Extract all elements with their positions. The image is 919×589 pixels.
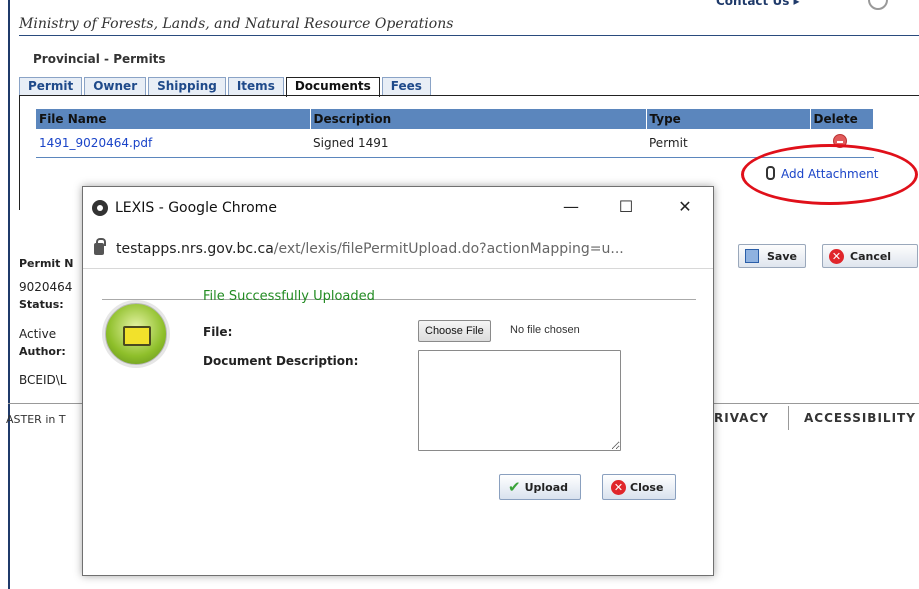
tab-bar: Permit Owner Shipping Items Documents Fe… — [19, 77, 433, 97]
save-button[interactable]: Save — [738, 244, 806, 268]
content-divider — [102, 299, 696, 300]
highlight-annotation — [741, 144, 918, 205]
folder-icon — [123, 326, 151, 346]
documents-table: File Name Description Type Delete 1491_9… — [36, 109, 874, 158]
tab-documents[interactable]: Documents — [285, 77, 380, 97]
contact-us-link[interactable]: Contact Us ▸ — [716, 0, 800, 8]
close-button[interactable]: ✕ Close — [602, 474, 677, 500]
close-icon: ✕ — [611, 479, 626, 495]
author-label: Author: — [19, 345, 66, 358]
upload-button-label: Upload — [524, 480, 569, 494]
column-header-file-name: File Name — [36, 109, 311, 129]
tab-owner[interactable]: Owner — [84, 77, 147, 96]
document-description-field[interactable] — [418, 350, 621, 451]
choose-file-button[interactable]: Choose File — [418, 320, 491, 342]
lock-icon — [94, 237, 106, 255]
description-cell: Signed 1491 — [310, 129, 646, 158]
page-title: Provincial - Permits — [33, 52, 166, 66]
success-message: File Successfully Uploaded — [203, 289, 375, 304]
close-button-label: Close — [630, 480, 664, 494]
url-host: testapps.nrs.gov.bc.ca — [116, 240, 274, 257]
privacy-link[interactable]: RIVACY — [714, 411, 769, 425]
upload-button[interactable]: ✔ Upload — [499, 474, 582, 500]
no-file-chosen-text: No file chosen — [510, 324, 580, 336]
ministry-title: Ministry of Forests, Lands, and Natural … — [19, 8, 919, 36]
page-frame-border-lower — [8, 0, 10, 589]
save-button-label: Save — [767, 249, 797, 263]
checkmark-icon: ✔ — [508, 478, 521, 496]
accessibility-link[interactable]: ACCESSIBILITY — [804, 411, 916, 425]
tab-fees[interactable]: Fees — [381, 77, 431, 96]
tab-items[interactable]: Items — [227, 77, 284, 96]
window-title: LEXIS - Google Chrome — [115, 200, 277, 216]
footer-text: ASTER in T — [6, 413, 66, 426]
close-window-button[interactable]: ✕ — [673, 195, 697, 219]
column-header-type: Type — [646, 109, 811, 129]
permit-number-label: Permit N — [19, 257, 74, 270]
chrome-icon — [92, 200, 108, 216]
cancel-button[interactable]: ✕ Cancel — [822, 244, 918, 268]
document-description-label: Document Description: — [203, 354, 359, 368]
status-value: Active — [19, 327, 57, 341]
author-value: BCEID\L — [19, 373, 67, 387]
tab-permit[interactable]: Permit — [19, 77, 83, 96]
status-label: Status: — [19, 298, 64, 311]
upload-popup-window: LEXIS - Google Chrome — ☐ ✕ testapps.nrs… — [82, 186, 714, 576]
folder-upload-icon — [105, 303, 167, 365]
file-label: File: — [203, 325, 233, 339]
address-bar[interactable]: testapps.nrs.gov.bc.ca/ext/lexis/filePer… — [83, 229, 713, 269]
minimize-button[interactable]: — — [559, 195, 583, 219]
column-header-description: Description — [310, 109, 647, 129]
footer-separator — [788, 406, 789, 430]
cancel-icon: ✕ — [829, 248, 844, 264]
permit-number-value: 9020464 — [19, 280, 73, 294]
url-path: /ext/lexis/filePermitUpload.do?actionMap… — [273, 240, 624, 257]
save-icon — [745, 249, 759, 263]
maximize-button[interactable]: ☐ — [614, 195, 638, 219]
file-name-link[interactable]: 1491_9020464.pdf — [39, 136, 152, 150]
column-header-delete: Delete — [810, 109, 874, 129]
tab-shipping[interactable]: Shipping — [148, 77, 226, 96]
table-row: 1491_9020464.pdf Signed 1491 Permit — [36, 129, 874, 158]
cancel-button-label: Cancel — [850, 249, 892, 263]
